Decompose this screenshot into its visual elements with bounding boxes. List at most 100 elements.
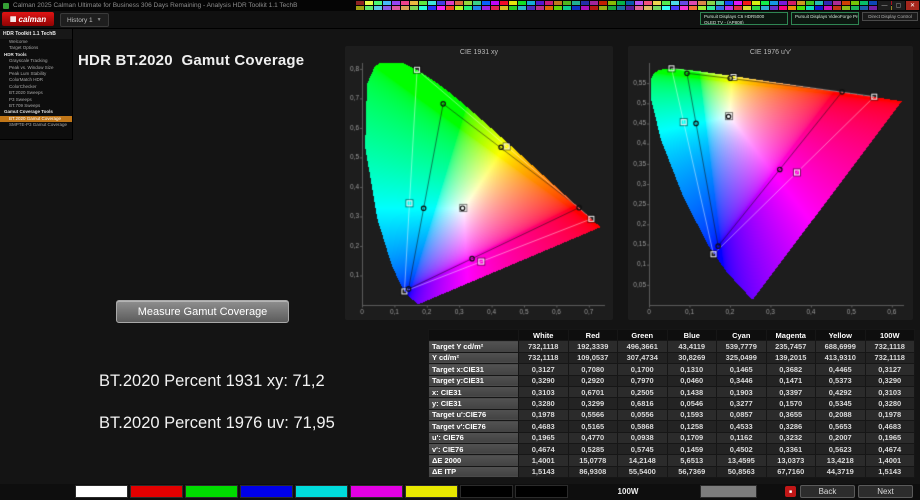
pattern-patch-7[interactable] [460, 485, 513, 498]
strip-swatch [626, 1, 634, 5]
table-cell: 86,9308 [568, 466, 618, 477]
strip-swatch [842, 6, 850, 10]
table-cell: 0,3397 [766, 386, 816, 397]
column-header: White [519, 330, 569, 341]
strip-swatch [725, 6, 733, 10]
table-cell: 0,1471 [766, 375, 816, 386]
gray-pattern-patch[interactable] [700, 485, 757, 498]
table-cell: 0,4674 [519, 443, 569, 454]
back-button[interactable]: Back [800, 485, 855, 498]
strip-swatch [824, 1, 832, 5]
strip-swatch [860, 6, 868, 10]
pattern-patch-1[interactable] [130, 485, 183, 498]
strip-swatch [860, 1, 868, 5]
measure-gamut-coverage-button[interactable]: Measure Gamut Coverage [116, 300, 289, 323]
pattern-patch-5[interactable] [350, 485, 403, 498]
strip-swatch [482, 6, 490, 10]
table-cell: 0,3299 [568, 398, 618, 409]
table-row: u': CIE760,19650,47700,09380,17090,11620… [429, 432, 915, 443]
strip-swatch [401, 6, 409, 10]
strip-swatch [500, 1, 508, 5]
table-cell: 732,1118 [519, 341, 569, 352]
table-cell: 0,4674 [865, 443, 915, 454]
table-cell: 539,7779 [717, 341, 767, 352]
strip-swatch [536, 6, 544, 10]
table-cell: 192,3339 [568, 341, 618, 352]
strip-swatch [842, 1, 850, 5]
chevron-down-icon: ▼ [97, 17, 102, 23]
row-label: y: CIE31 [429, 398, 519, 409]
generator-device-button[interactable]: Pursuit Displays VideoForge Pro-8K [791, 12, 859, 25]
strip-swatch [698, 1, 706, 5]
strip-swatch [482, 1, 490, 5]
strip-swatch [626, 6, 634, 10]
table-cell: 732,1118 [865, 341, 915, 352]
table-cell: 0,3290 [865, 375, 915, 386]
strip-swatch [473, 6, 481, 10]
table-cell: 0,1965 [865, 432, 915, 443]
minimize-button[interactable]: — [878, 1, 891, 10]
strip-swatch [752, 6, 760, 10]
table-cell: 732,1118 [865, 352, 915, 363]
calman-logo-button[interactable]: ▦ calman [2, 12, 54, 26]
meter-device-button[interactable]: Pursuit Displays C6 HDR5000 OLED TV - (A… [700, 12, 788, 25]
calman-logo-label: calman [19, 15, 47, 24]
strip-swatch [419, 6, 427, 10]
close-button[interactable]: ✕ [906, 1, 919, 10]
table-cell: 413,9310 [816, 352, 866, 363]
table-header-row: WhiteRedGreenBlueCyanMagentaYellow100W [429, 330, 915, 341]
device-line: OLED TV - (AP808) [704, 20, 784, 25]
table-cell: 0,3280 [865, 398, 915, 409]
strip-swatch [437, 1, 445, 5]
pattern-patch-3[interactable] [240, 485, 293, 498]
table-cell: 0,3446 [717, 375, 767, 386]
strip-swatch [572, 1, 580, 5]
corner-cell [429, 330, 519, 341]
strip-swatch [743, 1, 751, 5]
strip-swatch [617, 1, 625, 5]
strip-swatch [815, 1, 823, 5]
strip-swatch [509, 1, 517, 5]
table-cell: 0,5868 [618, 421, 668, 432]
direct-display-control-button[interactable]: Direct Display Control [862, 12, 918, 21]
table-cell: 688,6999 [816, 341, 866, 352]
table-cell: 0,0938 [618, 432, 668, 443]
stop-icon[interactable]: ■ [785, 486, 796, 497]
table-row: ΔE 20001,400115,077814,21485,651313,4595… [429, 455, 915, 466]
next-button[interactable]: Next [858, 485, 913, 498]
strip-swatch [464, 1, 472, 5]
maximize-button[interactable]: ▢ [892, 1, 905, 10]
table-cell: 0,6816 [618, 398, 668, 409]
strip-swatch [464, 6, 472, 10]
row-label: x: CIE31 [429, 386, 519, 397]
pattern-patch-4[interactable] [295, 485, 348, 498]
table-cell: 0,4502 [717, 443, 767, 454]
pattern-patch-0[interactable] [75, 485, 128, 498]
table-cell: 1,5143 [519, 466, 569, 477]
strip-swatch [761, 6, 769, 10]
table-cell: 0,2505 [618, 386, 668, 397]
table-row: Target v':CIE760,46830,51650,58680,12580… [429, 421, 915, 432]
strip-swatch [410, 6, 418, 10]
strip-swatch [545, 1, 553, 5]
strip-swatch [815, 6, 823, 10]
strip-swatch [608, 6, 616, 10]
row-label: Target Y cd/m² [429, 341, 519, 352]
strip-swatch [680, 6, 688, 10]
strip-swatch [734, 6, 742, 10]
cie-1976-panel: CIE 1976 u'v' [628, 46, 913, 320]
pattern-patch-8[interactable] [515, 485, 568, 498]
strip-swatch [491, 1, 499, 5]
table-cell: 0,1438 [667, 386, 717, 397]
strip-swatch [545, 6, 553, 10]
table-cell: 0,3280 [519, 398, 569, 409]
pattern-patch-6[interactable] [405, 485, 458, 498]
history-tab[interactable]: History 1 ▼ [60, 13, 109, 27]
table-cell: 0,2007 [816, 432, 866, 443]
strip-swatch [446, 1, 454, 5]
strip-swatch [374, 1, 382, 5]
sidebar-item-smpte-p3-gamut-coverage[interactable]: SMPTE-P3 Gamut Coverage [0, 122, 72, 128]
table-cell: 0,0857 [717, 409, 767, 420]
table-cell: 0,7970 [618, 375, 668, 386]
pattern-patch-2[interactable] [185, 485, 238, 498]
